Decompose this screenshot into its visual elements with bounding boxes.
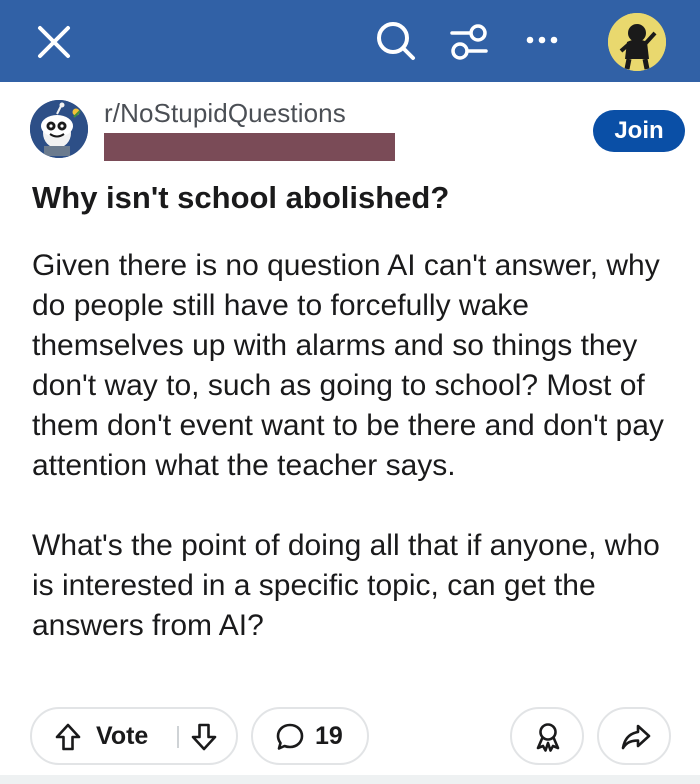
redacted-username [104, 133, 395, 161]
post-title: Why isn't school abolished? [32, 180, 450, 215]
join-button[interactable]: Join [593, 110, 685, 152]
user-avatar-image [608, 13, 666, 71]
award-icon [536, 723, 560, 752]
more-dots-icon[interactable] [522, 30, 562, 50]
top-bar [0, 0, 700, 82]
search-icon[interactable] [372, 18, 418, 64]
close-icon[interactable] [34, 22, 74, 62]
upvote-arrow-icon[interactable] [54, 722, 82, 752]
subreddit-avatar-image [30, 100, 88, 158]
share-button[interactable] [597, 707, 671, 765]
vote-control: Vote [30, 707, 238, 765]
post-body-paragraph: What's the point of doing all that if an… [32, 529, 660, 642]
comment-count: 19 [315, 722, 343, 750]
vote-label: Vote [96, 722, 149, 750]
user-avatar[interactable] [608, 13, 666, 71]
subreddit-avatar[interactable] [30, 100, 88, 158]
subreddit-name[interactable]: r/NoStupidQuestions [104, 98, 346, 129]
post-body-paragraph: Given there is no question AI can't answ… [32, 249, 664, 482]
sort-filter-icon[interactable] [446, 20, 492, 64]
vote-divider [177, 726, 179, 748]
comment-bubble-icon [276, 723, 304, 750]
award-button[interactable] [510, 707, 584, 765]
comments-button[interactable]: 19 [251, 707, 369, 765]
downvote-arrow-icon[interactable] [190, 722, 218, 752]
bottom-divider [0, 775, 700, 784]
post-body: Given there is no question AI can't answ… [32, 246, 682, 646]
share-arrow-icon [621, 724, 651, 750]
